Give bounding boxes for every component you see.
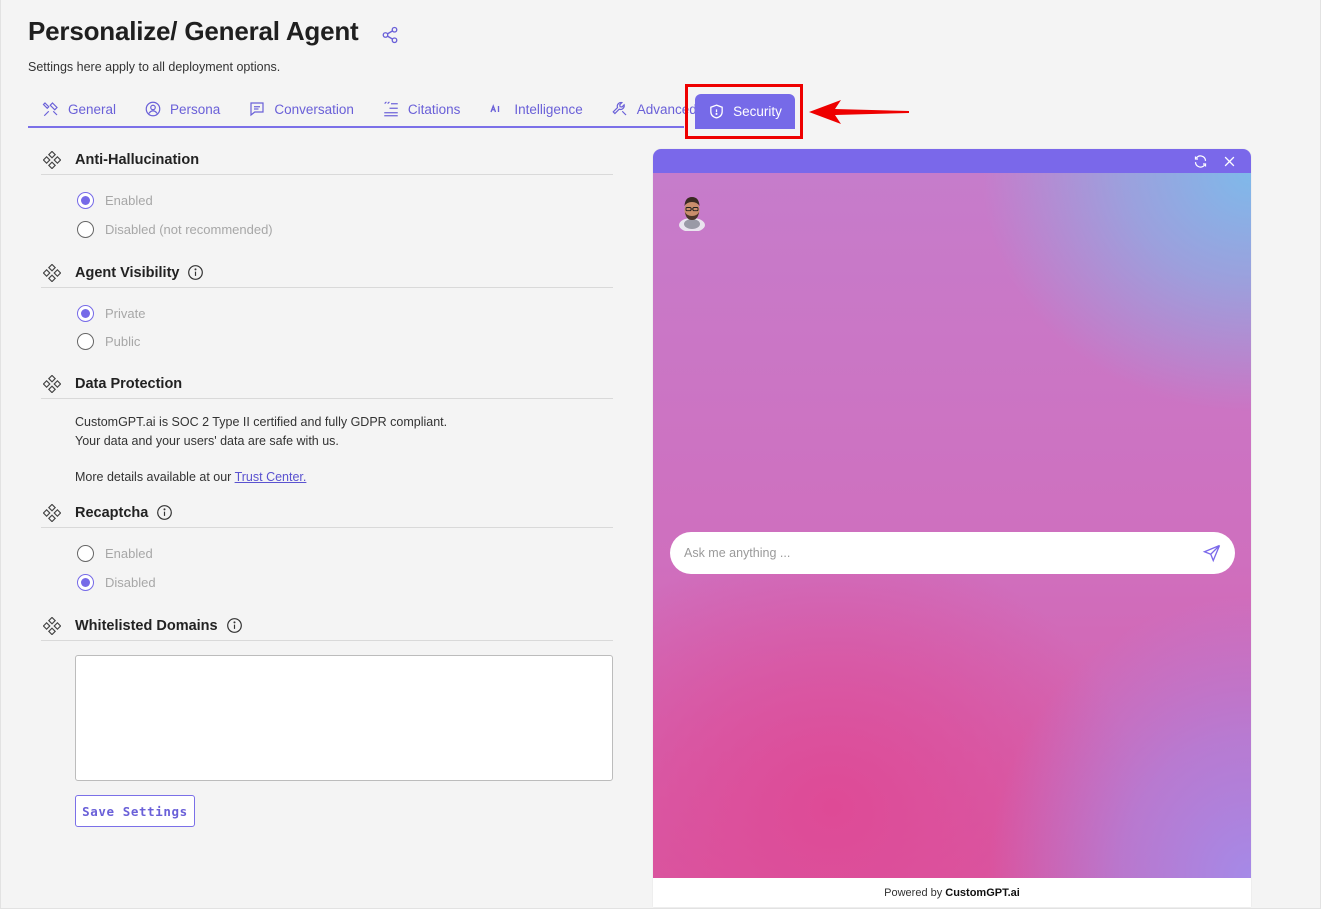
- tab-label: Intelligence: [514, 101, 583, 117]
- save-settings-button[interactable]: Save Settings: [75, 795, 195, 827]
- radio-unselected-icon: [77, 545, 94, 562]
- radio-label: Public: [105, 334, 141, 349]
- powered-by-label: Powered by: [884, 886, 943, 899]
- safety-line: Your data and your users' data are safe …: [75, 434, 339, 448]
- radio-label: Enabled: [105, 193, 153, 208]
- send-icon[interactable]: [1202, 543, 1222, 563]
- radio-label: Disabled (not recommended): [105, 222, 273, 237]
- tab-label: Persona: [170, 101, 221, 117]
- radio-label: Disabled: [105, 575, 156, 590]
- diamond-grid-icon: [43, 616, 61, 635]
- radio-unselected-icon: [77, 333, 94, 350]
- powered-by-footer: Powered by CustomGPT.ai: [653, 878, 1251, 907]
- ai-icon: [490, 104, 500, 113]
- annotation-arrow-icon: [809, 100, 909, 124]
- diamond-grid-icon: [43, 150, 61, 169]
- radio-unselected-icon: [77, 221, 94, 238]
- tab-general[interactable]: General: [28, 91, 130, 127]
- section-data-protection: Data Protection: [41, 369, 613, 399]
- radio-label: Private: [105, 306, 146, 321]
- chat-body: [653, 173, 1251, 878]
- radio-selected-icon: [77, 305, 94, 322]
- whitelisted-domains-textarea[interactable]: [75, 655, 613, 781]
- tab-intelligence[interactable]: Intelligence: [474, 91, 596, 127]
- trust-center-link[interactable]: Trust Center.: [235, 470, 307, 484]
- radio-visibility-private[interactable]: Private: [77, 305, 145, 322]
- tools-icon: [42, 102, 58, 117]
- radio-label: Enabled: [105, 546, 153, 561]
- data-protection-text: CustomGPT.ai is SOC 2 Type II certified …: [75, 413, 447, 451]
- tab-persona[interactable]: Persona: [130, 91, 234, 127]
- share-icon[interactable]: [381, 26, 399, 44]
- settings-tabs: General Persona Conversation Citations I…: [28, 91, 697, 128]
- info-icon[interactable]: [156, 504, 173, 521]
- section-recaptcha: Recaptcha: [41, 498, 613, 528]
- section-agent-visibility: Agent Visibility: [41, 258, 613, 288]
- tab-label: General: [68, 101, 117, 117]
- user-circle-icon: [145, 101, 161, 117]
- tab-label: Conversation: [274, 101, 354, 117]
- section-title: Agent Visibility: [75, 264, 180, 281]
- radio-anti-hallucination-enabled[interactable]: Enabled: [77, 192, 153, 209]
- refresh-icon[interactable]: [1193, 154, 1208, 169]
- radio-anti-hallucination-disabled[interactable]: Disabled (not recommended): [77, 221, 273, 238]
- powered-by-brand[interactable]: CustomGPT.ai: [945, 887, 1020, 899]
- chat-bubble-icon: [250, 102, 264, 117]
- annotation-highlight-box: [685, 84, 803, 139]
- tab-label: Citations: [407, 101, 461, 117]
- radio-recaptcha-disabled[interactable]: Disabled: [77, 574, 156, 591]
- tab-citations[interactable]: Citations: [368, 91, 475, 127]
- avatar: [679, 197, 705, 231]
- info-icon[interactable]: [187, 264, 204, 281]
- settings-page: Personalize/ General Agent Settings here…: [0, 0, 1321, 909]
- radio-recaptcha-enabled[interactable]: Enabled: [77, 545, 153, 562]
- info-icon[interactable]: [226, 617, 243, 634]
- diamond-grid-icon: [43, 263, 61, 282]
- section-whitelisted-domains: Whitelisted Domains: [41, 611, 613, 641]
- diamond-grid-icon: [43, 374, 61, 393]
- section-title: Anti-Hallucination: [75, 151, 200, 168]
- chat-preview: Powered by CustomGPT.ai: [653, 149, 1251, 907]
- chat-input-wrapper: [670, 532, 1235, 574]
- compliance-line: CustomGPT.ai is SOC 2 Type II certified …: [75, 415, 448, 429]
- section-title: Recaptcha: [75, 504, 149, 521]
- page-title: Personalize/ General Agent: [28, 16, 359, 46]
- radio-visibility-public[interactable]: Public: [77, 333, 140, 350]
- chat-input[interactable]: [684, 546, 1202, 560]
- page-subtitle: Settings here apply to all deployment op…: [28, 60, 281, 74]
- chat-topbar: [653, 149, 1251, 173]
- trust-center-text: More details available at our Trust Cent…: [75, 468, 306, 487]
- section-anti-hallucination: Anti-Hallucination: [41, 145, 613, 175]
- radio-selected-icon: [77, 192, 94, 209]
- tab-conversation[interactable]: Conversation: [234, 91, 368, 127]
- section-title: Data Protection: [75, 375, 183, 392]
- section-title: Whitelisted Domains: [75, 617, 218, 634]
- diamond-grid-icon: [43, 503, 61, 522]
- close-icon[interactable]: [1222, 154, 1237, 169]
- wrench-icon: [612, 102, 627, 116]
- trust-center-prefix: More details available at our: [75, 470, 232, 484]
- quote-list-icon: [384, 101, 398, 117]
- radio-selected-icon: [77, 574, 94, 591]
